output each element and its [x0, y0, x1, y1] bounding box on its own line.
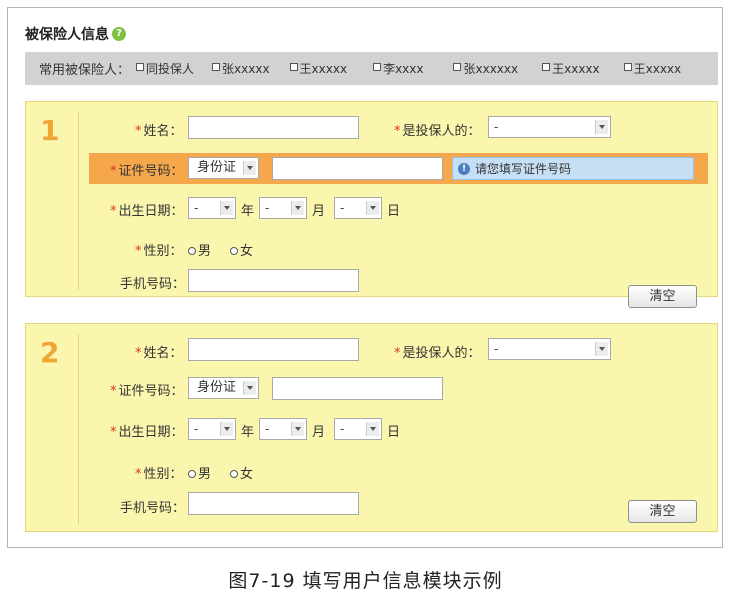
checkbox-icon[interactable] — [212, 62, 221, 71]
id-number-label: * 证件号码： — [110, 164, 184, 179]
common-insured-option-same-as-holder[interactable]: 同投保人 — [136, 60, 194, 77]
figure-caption: 图7-19 填写用户信息模块示例 — [228, 570, 503, 592]
chevron-down-icon — [220, 422, 233, 436]
checkbox-icon[interactable] — [373, 62, 382, 71]
birth-month-select[interactable]: - — [259, 197, 307, 219]
id-type-select[interactable]: 身份证 — [188, 377, 259, 399]
common-insured-option[interactable]: 张xxxxx — [212, 60, 270, 77]
common-insured-option[interactable]: 王xxxxx — [623, 60, 681, 77]
common-insured-option[interactable]: 王xxxxx — [542, 60, 600, 77]
radio-icon[interactable] — [230, 246, 238, 255]
is-holder-select[interactable]: - — [488, 116, 611, 138]
person-number: 2 — [40, 336, 60, 369]
id-number-input[interactable] — [272, 377, 443, 400]
phone-input[interactable] — [188, 492, 359, 515]
gender-female-radio[interactable]: 女 — [230, 463, 253, 482]
insured-info-module: 被保险人信息 ? 常用被保险人： 同投保人 张xxxxx 王xxxxx 李xxx… — [7, 7, 723, 548]
gender-female-radio[interactable]: 女 — [230, 240, 253, 259]
checkbox-icon[interactable] — [136, 62, 145, 71]
day-unit: 日 — [387, 204, 401, 219]
checkbox-icon[interactable] — [289, 62, 298, 71]
birth-date-label: * 出生日期： — [110, 425, 184, 440]
name-label: * 姓名： — [135, 346, 183, 361]
insured-person-2: 2 * 姓名： * 是投保人的： - * 证件号码： 身份证 * 出生日期： - 年 -… — [25, 323, 718, 532]
id-number-input[interactable] — [272, 157, 443, 180]
chevron-down-icon — [243, 161, 256, 175]
is-holder-label: * 是投保人的： — [394, 124, 481, 139]
chevron-down-icon — [291, 422, 304, 436]
radio-icon[interactable] — [230, 469, 238, 478]
name-input[interactable] — [188, 338, 359, 361]
day-unit: 日 — [387, 425, 401, 440]
birth-month-select[interactable]: - — [259, 418, 307, 440]
year-unit: 年 — [241, 204, 255, 219]
radio-icon[interactable] — [188, 469, 196, 478]
help-circle-icon[interactable]: ? — [112, 27, 126, 41]
checkbox-icon[interactable] — [623, 62, 632, 71]
common-insured-bar: 常用被保险人： 同投保人 张xxxxx 王xxxxx 李xxxx 张xxxxxx… — [25, 52, 718, 85]
divider — [78, 334, 79, 524]
gender-label: * 性别： — [135, 244, 183, 259]
year-unit: 年 — [241, 425, 255, 440]
clear-button[interactable]: 清空 — [628, 285, 697, 308]
chevron-down-icon — [220, 201, 233, 215]
id-type-select[interactable]: 身份证 — [188, 157, 259, 179]
chevron-down-icon — [366, 201, 379, 215]
birth-date-label: * 出生日期： — [110, 204, 184, 219]
chevron-down-icon — [243, 381, 256, 395]
common-insured-option[interactable]: 王xxxxx — [289, 60, 347, 77]
divider — [78, 112, 79, 290]
gender-label: * 性别： — [135, 467, 183, 482]
name-input[interactable] — [188, 116, 359, 139]
common-insured-label: 常用被保险人： — [39, 63, 131, 78]
chevron-down-icon — [291, 201, 304, 215]
phone-label: 手机号码： — [120, 501, 186, 516]
month-unit: 月 — [312, 204, 326, 219]
gender-male-radio[interactable]: 男 — [188, 463, 211, 482]
phone-label: 手机号码： — [120, 277, 186, 292]
chevron-down-icon — [595, 342, 608, 356]
section-title-text: 被保险人信息 — [25, 27, 109, 43]
section-title: 被保险人信息 ? — [25, 24, 126, 44]
is-holder-select[interactable]: - — [488, 338, 611, 360]
birth-day-select[interactable]: - — [334, 418, 382, 440]
birth-year-select[interactable]: - — [188, 197, 236, 219]
is-holder-label: * 是投保人的： — [394, 346, 481, 361]
radio-icon[interactable] — [188, 246, 196, 255]
common-insured-option[interactable]: 张xxxxxx — [453, 60, 518, 77]
checkbox-icon[interactable] — [453, 62, 462, 71]
chevron-down-icon — [595, 120, 608, 134]
id-number-tip: ! 请您填写证件号码 — [452, 157, 694, 180]
clear-button[interactable]: 清空 — [628, 500, 697, 523]
birth-year-select[interactable]: - — [188, 418, 236, 440]
gender-male-radio[interactable]: 男 — [188, 240, 211, 259]
chevron-down-icon — [366, 422, 379, 436]
phone-input[interactable] — [188, 269, 359, 292]
birth-day-select[interactable]: - — [334, 197, 382, 219]
name-label: * 姓名： — [135, 124, 183, 139]
insured-person-1: 1 * 姓名： * 是投保人的： - * 证件号码： 身份证 ! 请您填写证件号码 * 出… — [25, 101, 718, 308]
common-insured-option[interactable]: 李xxxx — [373, 60, 423, 77]
month-unit: 月 — [312, 425, 326, 440]
id-number-label: * 证件号码： — [110, 384, 184, 399]
person-number: 1 — [40, 114, 60, 147]
checkbox-icon[interactable] — [542, 62, 551, 71]
info-icon: ! — [458, 162, 470, 175]
